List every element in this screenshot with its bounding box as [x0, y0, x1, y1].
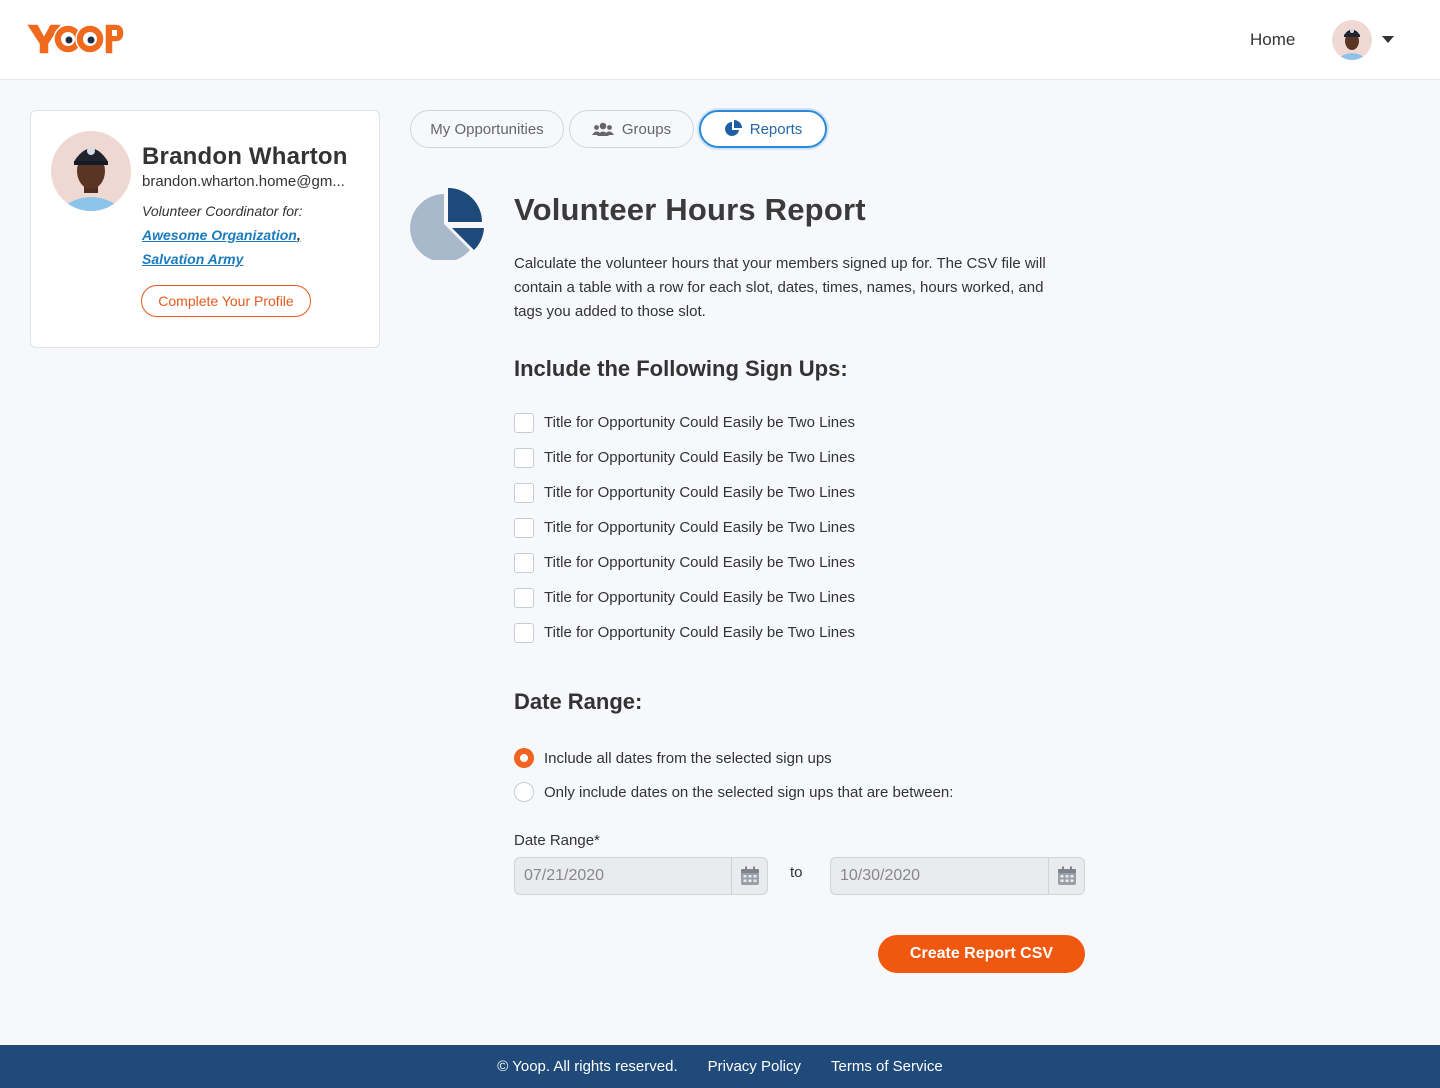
org-link-label[interactable]: Awesome Organization [142, 227, 297, 243]
checkbox-label: Title for Opportunity Could Easily be Tw… [544, 624, 855, 641]
checkbox-label: Title for Opportunity Could Easily be Tw… [544, 414, 855, 431]
pie-chart-icon [724, 120, 742, 138]
tab-label: My Opportunities [430, 120, 544, 138]
privacy-policy-link[interactable]: Privacy Policy [708, 1058, 801, 1075]
org-link-awesome-organization[interactable]: Awesome Organization, [142, 227, 301, 243]
profile-card: Brandon Wharton brandon.wharton.home@gm.… [30, 110, 380, 348]
radio-unselected[interactable] [514, 782, 534, 802]
create-report-csv-button[interactable]: Create Report CSV [878, 935, 1085, 973]
tab-groups[interactable]: Groups [569, 110, 694, 148]
date-to-separator: to [790, 864, 803, 881]
pie-chart-icon [408, 186, 486, 262]
page-title: Volunteer Hours Report [514, 192, 866, 227]
footer: © Yoop. All rights reserved. Privacy Pol… [0, 1045, 1440, 1088]
radio-dates-between[interactable]: Only include dates on the selected sign … [514, 782, 953, 802]
org-separator: , [296, 227, 301, 243]
checkbox-label: Title for Opportunity Could Easily be Tw… [544, 589, 855, 606]
signups-checkbox-list: Title for Opportunity Could Easily be Tw… [514, 412, 855, 657]
user-avatar[interactable] [1332, 20, 1372, 60]
users-icon [591, 121, 614, 137]
radio-label: Only include dates on the selected sign … [544, 783, 954, 801]
complete-profile-button[interactable]: Complete Your Profile [141, 285, 311, 317]
tab-reports[interactable]: Reports [699, 110, 827, 148]
checkbox[interactable] [514, 413, 534, 433]
radio-label: Include all dates from the selected sign… [544, 749, 832, 767]
footer-copyright: © Yoop. All rights reserved. [497, 1058, 678, 1075]
checkbox-label: Title for Opportunity Could Easily be Tw… [544, 554, 855, 571]
date-from-input[interactable] [515, 858, 731, 894]
checkbox[interactable] [514, 588, 534, 608]
signup-checkbox-item[interactable]: Title for Opportunity Could Easily be Tw… [514, 622, 855, 657]
signup-checkbox-item[interactable]: Title for Opportunity Could Easily be Tw… [514, 482, 855, 517]
date-from-field [514, 857, 768, 895]
date-to-field [830, 857, 1085, 895]
signup-checkbox-item[interactable]: Title for Opportunity Could Easily be Tw… [514, 587, 855, 622]
checkbox[interactable] [514, 518, 534, 538]
signups-heading: Include the Following Sign Ups: [514, 356, 848, 381]
radio-include-all-dates[interactable]: Include all dates from the selected sign… [514, 748, 832, 768]
checkbox[interactable] [514, 553, 534, 573]
checkbox[interactable] [514, 483, 534, 503]
checkbox-label: Title for Opportunity Could Easily be Tw… [544, 449, 855, 466]
terms-of-service-link[interactable]: Terms of Service [831, 1058, 943, 1075]
nav-home-link[interactable]: Home [1250, 30, 1295, 50]
signup-checkbox-item[interactable]: Title for Opportunity Could Easily be Tw… [514, 517, 855, 552]
radio-selected[interactable] [514, 748, 534, 768]
checkbox-label: Title for Opportunity Could Easily be Tw… [544, 519, 855, 536]
profile-role-label: Volunteer Coordinator for: [142, 203, 303, 219]
signup-checkbox-item[interactable]: Title for Opportunity Could Easily be Tw… [514, 412, 855, 447]
calendar-icon[interactable] [1048, 858, 1084, 894]
date-range-label: Date Range* [514, 832, 600, 849]
profile-name: Brandon Wharton [142, 143, 348, 170]
tab-label: Reports [749, 120, 803, 138]
top-navbar: Home [0, 0, 1440, 80]
checkbox-label: Title for Opportunity Could Easily be Tw… [544, 484, 855, 501]
profile-avatar [51, 131, 131, 211]
chevron-down-icon[interactable] [1382, 36, 1394, 43]
report-description: Calculate the volunteer hours that your … [514, 255, 1046, 320]
checkbox[interactable] [514, 448, 534, 468]
checkbox[interactable] [514, 623, 534, 643]
org-link-salvation-army[interactable]: Salvation Army [142, 251, 243, 267]
signup-checkbox-item[interactable]: Title for Opportunity Could Easily be Tw… [514, 447, 855, 482]
tab-label: Groups [621, 120, 672, 138]
calendar-icon[interactable] [731, 858, 767, 894]
yoop-logo[interactable] [24, 18, 126, 60]
date-to-input[interactable] [831, 858, 1048, 894]
tab-my-opportunities[interactable]: My Opportunities [410, 110, 564, 148]
signup-checkbox-item[interactable]: Title for Opportunity Could Easily be Tw… [514, 552, 855, 587]
date-range-heading: Date Range: [514, 689, 643, 714]
profile-email: brandon.wharton.home@gm... [142, 173, 345, 190]
